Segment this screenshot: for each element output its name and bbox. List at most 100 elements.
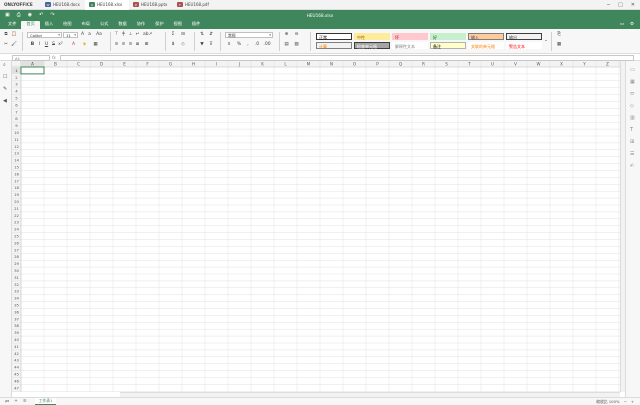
decrease-font-icon[interactable]: a [87, 32, 92, 38]
slicer-settings-icon[interactable]: ☰ [630, 151, 634, 157]
menu-collaborate[interactable]: 协作 [132, 21, 150, 29]
number-format-select[interactable]: 常规 [225, 32, 273, 39]
style-calculation[interactable]: 计算 [316, 42, 352, 49]
text-settings-icon[interactable]: T [630, 127, 633, 133]
doc-tab-xlsx[interactable]: X HEU168.xlsx [85, 0, 129, 10]
increase-font-icon[interactable]: A [80, 32, 85, 38]
chat-icon[interactable]: ✎ [3, 86, 7, 92]
align-middle-icon[interactable]: ╪ [121, 32, 126, 38]
insert-cells-icon[interactable]: ⊕ [283, 32, 290, 38]
fill-icon[interactable]: ⬇ [170, 42, 176, 48]
menu-draw[interactable]: 绘图 [58, 21, 76, 29]
chart-settings-icon[interactable]: ▥ [630, 115, 635, 121]
first-sheet-icon[interactable]: ⏮ [5, 399, 9, 405]
subscript-icon[interactable]: x² [58, 42, 63, 48]
close-icon[interactable]: ✕ [631, 2, 635, 8]
wrap-text-icon[interactable]: ↵ [135, 32, 140, 38]
menu-view[interactable]: 视图 [169, 21, 187, 29]
decrease-decimal-icon[interactable]: .0 [253, 42, 261, 48]
menu-file[interactable]: 文件 [3, 21, 21, 29]
doc-tab-pdf[interactable]: F HEU168.pdf [173, 0, 217, 10]
delete-cells-icon[interactable]: ⊖ [293, 32, 300, 38]
format-painter-icon[interactable]: 🖌 [11, 42, 17, 48]
zoom-out-icon[interactable]: − [624, 399, 627, 404]
named-range-icon[interactable]: ⊟ [180, 32, 186, 38]
formula-input[interactable] [60, 54, 634, 61]
menu-plugins[interactable]: 插件 [187, 21, 205, 29]
feedback-icon[interactable]: ◀ [3, 98, 7, 104]
orientation-icon[interactable]: ab↗ [143, 32, 152, 38]
copy-icon[interactable]: ⧉ [3, 32, 9, 38]
copy-style-icon[interactable]: ⎘ [556, 32, 562, 38]
minimize-icon[interactable]: ─ [607, 2, 610, 8]
image-settings-icon[interactable]: ⬭ [630, 91, 634, 97]
change-case-icon[interactable]: Aa [95, 32, 103, 38]
maximize-icon[interactable]: □ [618, 2, 623, 8]
font-size-select[interactable]: 11 [63, 32, 78, 39]
selected-cell-a1[interactable] [20, 66, 45, 75]
cell-settings-icon[interactable]: ▭ [630, 67, 635, 73]
sum-icon[interactable]: Σ [170, 32, 176, 38]
percent-icon[interactable]: % [236, 42, 242, 48]
add-sheet-icon[interactable]: + [14, 399, 18, 404]
italic-icon[interactable]: I [37, 42, 42, 48]
settings-icon[interactable]: ⚙ [630, 22, 634, 27]
font-color-icon[interactable]: A [71, 42, 76, 48]
menu-data[interactable]: 数据 [113, 21, 131, 29]
font-name-select[interactable]: Calibri [27, 32, 62, 39]
search-icon[interactable]: ⌕ [3, 62, 6, 68]
sort-asc-icon[interactable]: ⇅ [199, 32, 205, 38]
sheet-tab-1[interactable]: 工作表1 [34, 398, 57, 405]
grid-canvas[interactable]: ABCDEFGHIJKLMNOPQRSTUVWXYZ12345678910111… [12, 61, 620, 392]
align-top-icon[interactable]: ⊤ [114, 32, 119, 38]
menu-protect[interactable]: 保护 [150, 21, 168, 29]
align-center-icon[interactable]: ≡ [121, 42, 126, 48]
menu-insert[interactable]: 插入 [40, 21, 58, 29]
underline-icon[interactable]: U [44, 42, 49, 48]
style-neutral[interactable]: 中性 [354, 33, 390, 40]
strikethrough-icon[interactable]: S [51, 42, 56, 48]
sort-desc-icon[interactable]: ⇵ [208, 32, 214, 38]
function-icon[interactable]: fx [52, 55, 56, 60]
borders-icon[interactable]: ▦ [93, 42, 98, 48]
table-settings-icon[interactable]: ▦ [630, 79, 635, 85]
align-right-icon[interactable]: ≡ [128, 42, 133, 48]
justify-icon[interactable]: ≣ [135, 42, 140, 48]
style-good[interactable]: 好 [430, 33, 466, 40]
cut-icon[interactable]: ✂ [3, 42, 9, 48]
menu-home[interactable]: 首页 [21, 21, 40, 29]
spreadsheet-grid[interactable]: ABCDEFGHIJKLMNOPQRSTUVWXYZ12345678910111… [12, 61, 620, 392]
format-table-icon[interactable]: ▤ [283, 42, 290, 48]
align-bottom-icon[interactable]: ⊥ [128, 32, 133, 38]
style-input[interactable]: 输入 [468, 33, 504, 40]
style-explanatory[interactable]: 解释性文本 [392, 42, 428, 49]
accounting-icon[interactable]: ¤ [226, 42, 232, 48]
style-normal[interactable]: 正常 [316, 33, 352, 40]
conditional-format-icon[interactable]: ▧ [293, 42, 300, 48]
fill-color-icon[interactable]: ◈ [82, 42, 87, 48]
doc-tab-pptx[interactable]: P HEU168.pptx [129, 0, 173, 10]
shape-settings-icon[interactable]: ◇ [630, 103, 634, 109]
doc-tab-docx[interactable]: W HEU168.docx [41, 0, 85, 10]
filter-icon[interactable]: ▼ [199, 42, 205, 48]
signature-settings-icon[interactable]: ✍ [630, 163, 634, 169]
style-check-cell[interactable]: 检查单元格 [354, 42, 390, 49]
comma-style-icon[interactable]: , [245, 42, 251, 48]
open-location-icon[interactable]: ▭ [620, 22, 624, 27]
clear-icon[interactable]: ◇ [180, 42, 186, 48]
comments-icon[interactable]: ☐ [3, 74, 7, 80]
style-warning-text[interactable]: 警告文本 [506, 42, 542, 49]
merge-cells-icon[interactable]: ⊞ [143, 42, 150, 48]
style-linked-cell[interactable]: 关联的单元格 [468, 42, 504, 49]
paste-icon[interactable]: 📋 [11, 32, 17, 38]
name-box[interactable]: A1 [12, 54, 50, 61]
style-bad[interactable]: 坏 [392, 33, 428, 40]
menu-layout[interactable]: 布局 [77, 21, 95, 29]
style-note[interactable]: 备注 [430, 42, 466, 49]
align-left-icon[interactable]: ≡ [114, 42, 119, 48]
format-as-table-icon[interactable]: ▦ [556, 42, 562, 48]
style-output[interactable]: 输出 [506, 33, 542, 40]
clear-filter-icon[interactable]: ⊽ [208, 42, 214, 48]
sheet-list-icon[interactable]: ≡ [23, 399, 27, 404]
styles-expand-icon[interactable]: ⌄ [543, 38, 549, 44]
